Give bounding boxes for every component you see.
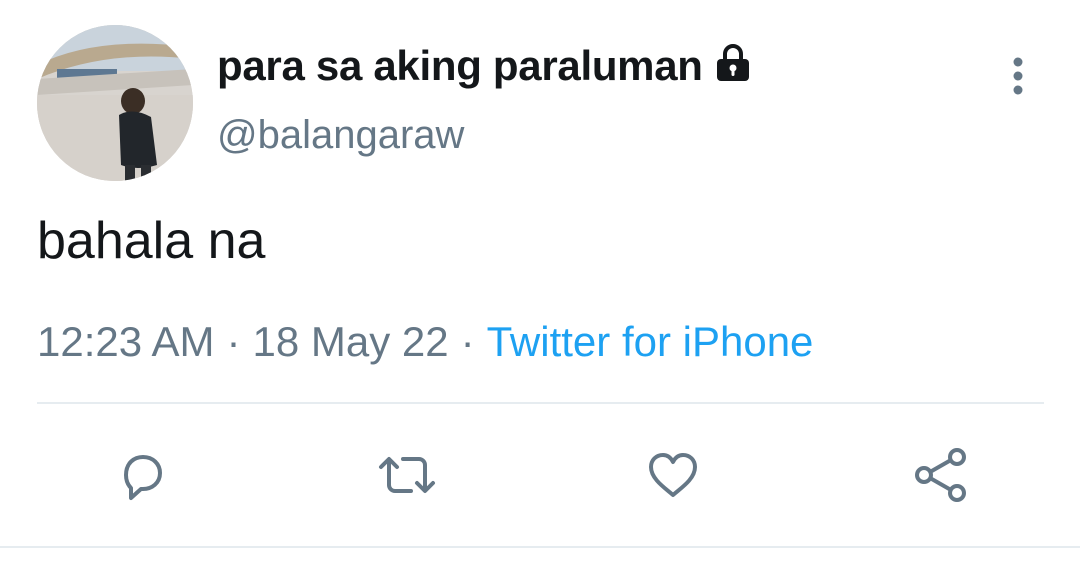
author-handle[interactable]: @balangaraw [217, 110, 464, 160]
separator: · [460, 318, 475, 365]
avatar-photo [37, 25, 193, 181]
retweet-icon [379, 457, 435, 493]
author-display-name[interactable]: para sa aking paraluman [217, 40, 753, 92]
tweet-actions-bar [0, 440, 1080, 510]
more-vertical-icon [1013, 57, 1023, 95]
tweet-date[interactable]: 18 May 22 [252, 318, 448, 365]
heart-icon [649, 453, 697, 497]
divider [37, 402, 1044, 404]
like-button[interactable] [638, 440, 708, 510]
share-button[interactable] [905, 440, 975, 510]
divider [0, 546, 1080, 548]
tweet-time[interactable]: 12:23 AM [37, 318, 214, 365]
reply-icon [124, 455, 162, 500]
lock-icon [713, 42, 753, 84]
tweet-metadata: 12:23 AM · 18 May 22 · Twitter for iPhone [37, 315, 813, 369]
share-icon [915, 448, 966, 502]
separator: · [226, 318, 241, 365]
retweet-button[interactable] [372, 440, 442, 510]
avatar[interactable] [37, 25, 193, 181]
tweet-text: bahala na [37, 212, 266, 270]
display-name-text: para sa aking paraluman [217, 42, 703, 89]
reply-button[interactable] [105, 440, 175, 510]
tweet-source-link[interactable]: Twitter for iPhone [487, 318, 814, 365]
more-options-button[interactable] [998, 52, 1038, 100]
